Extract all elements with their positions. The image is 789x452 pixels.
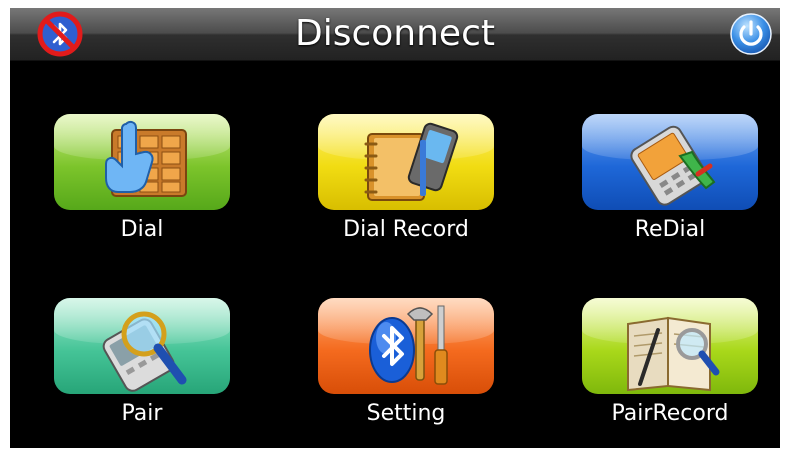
pair-label: Pair — [121, 401, 163, 426]
dial-record-icon — [364, 122, 459, 201]
page-title: Disconnect — [295, 13, 495, 54]
power-button[interactable] — [728, 11, 774, 57]
setting-label: Setting — [366, 401, 446, 426]
dial-label: Dial — [120, 217, 164, 242]
setting-tools-icon — [369, 305, 448, 385]
redial-label: ReDial — [634, 217, 706, 242]
dial-keypad-icon — [105, 120, 187, 197]
header-bar: Disconnect — [10, 8, 780, 61]
pair-record-label: PairRecord — [611, 401, 729, 426]
pair-record-icon — [627, 316, 720, 392]
dial-record-label: Dial Record — [343, 217, 469, 242]
pair-search-icon — [102, 311, 187, 392]
bluetooth-screen: Disconnect Dial Dial Record ReDial Pair … — [10, 8, 780, 448]
power-icon — [730, 13, 772, 55]
redial-phone-icon — [630, 125, 716, 206]
